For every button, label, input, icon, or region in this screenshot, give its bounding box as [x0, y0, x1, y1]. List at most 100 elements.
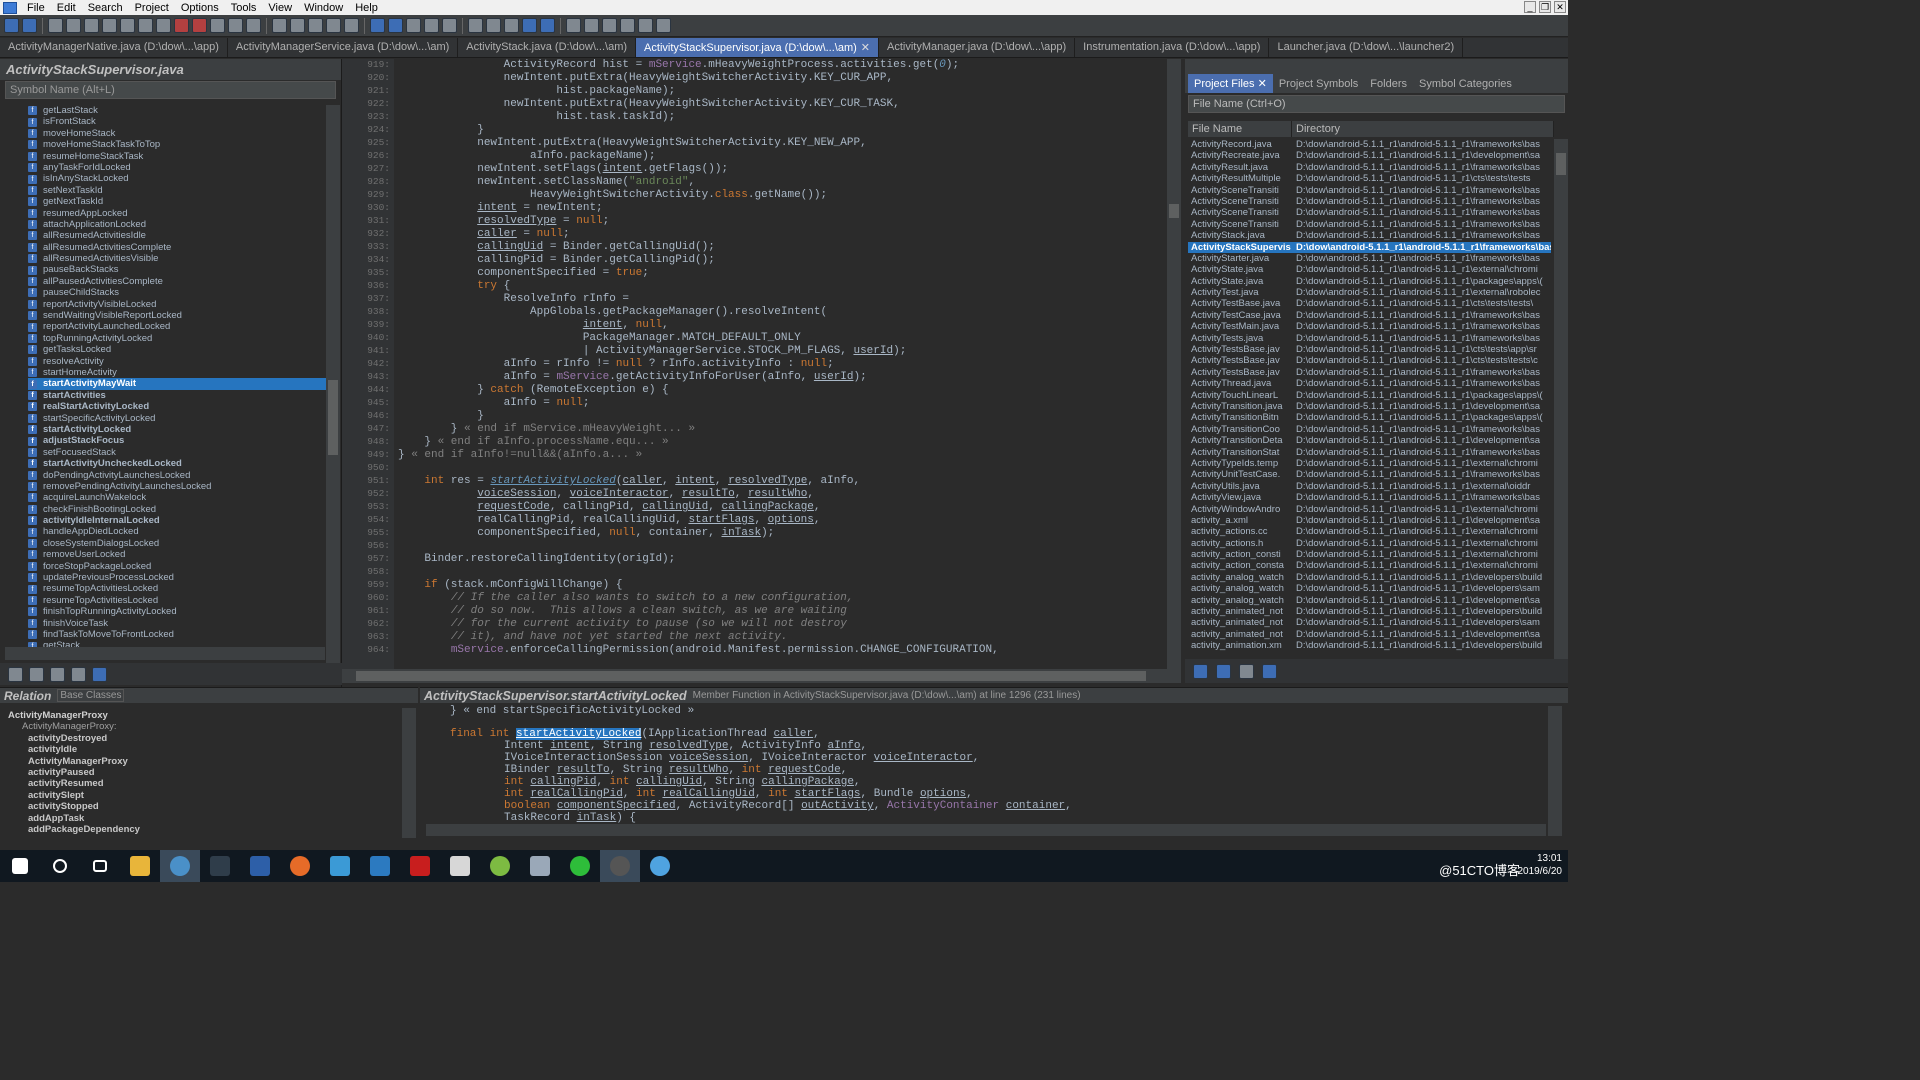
- file-row[interactable]: activity_animated_not D:\dow\android-5.1.…: [1188, 629, 1551, 640]
- tab-project-files[interactable]: Project Files ✕: [1188, 74, 1273, 93]
- gear-icon[interactable]: [92, 666, 107, 682]
- tab-symbol-categories[interactable]: Symbol Categories: [1413, 75, 1518, 93]
- file-tab[interactable]: Instrumentation.java (D:\dow\...\app): [1075, 38, 1270, 57]
- file-row[interactable]: activity_animated_not D:\dow\android-5.1.…: [1188, 606, 1551, 617]
- font-c-icon[interactable]: [602, 18, 617, 33]
- relation-member[interactable]: ActivityManagerProxy: [8, 756, 240, 767]
- relation-member[interactable]: activityResumed: [8, 778, 240, 789]
- symbol-item[interactable]: f finishVoiceTask: [28, 618, 326, 629]
- symbol-item[interactable]: f pauseBackStacks: [28, 264, 326, 275]
- font-a-icon[interactable]: [566, 18, 581, 33]
- file-tab[interactable]: ActivityManagerNative.java (D:\dow\...\a…: [0, 38, 228, 57]
- file-row[interactable]: activity_actions.cc D:\dow\android-5.1.1_…: [1188, 526, 1551, 537]
- menu-options[interactable]: Options: [175, 2, 225, 14]
- symbol-item[interactable]: f allResumedActivitiesIdle: [28, 230, 326, 241]
- file-tab[interactable]: ActivityStack.java (D:\dow\...\am): [458, 38, 637, 57]
- symbol-item[interactable]: f attachApplicationLocked: [28, 219, 326, 230]
- search-project-icon[interactable]: [540, 18, 555, 33]
- file-row[interactable]: activity_a.xml D:\dow\android-5.1.1_r1\an…: [1188, 515, 1551, 526]
- scroll-thumb[interactable]: [1556, 153, 1566, 175]
- save-icon[interactable]: [84, 18, 99, 33]
- sync-icon[interactable]: [370, 18, 385, 33]
- menu-window[interactable]: Window: [298, 2, 349, 14]
- symbol-item[interactable]: f resumeTopActivitiesLocked: [28, 583, 326, 594]
- file-row[interactable]: ActivityTransition.java D:\dow\android-5.…: [1188, 401, 1551, 412]
- build-icon[interactable]: [468, 18, 483, 33]
- graph3-icon[interactable]: [442, 18, 457, 33]
- file-row[interactable]: ActivityTransitionCoo D:\dow\android-5.1.…: [1188, 424, 1551, 435]
- menu-view[interactable]: View: [262, 2, 298, 14]
- help-icon[interactable]: [326, 18, 341, 33]
- task-view-icon[interactable]: [80, 850, 120, 882]
- symbol-scrollbar[interactable]: [326, 105, 340, 665]
- file-row[interactable]: activity_action_consta D:\dow\android-5.1…: [1188, 560, 1551, 571]
- column-header-directory[interactable]: Directory: [1292, 121, 1554, 137]
- symbol-item[interactable]: f setFocusedStack: [28, 447, 326, 458]
- minimize-icon[interactable]: _: [1524, 1, 1536, 13]
- debug-icon[interactable]: [504, 18, 519, 33]
- tab-folders[interactable]: Folders: [1364, 75, 1413, 93]
- file-row[interactable]: activity_actions.h D:\dow\android-5.1.1_r…: [1188, 538, 1551, 549]
- panel-icon[interactable]: [290, 18, 305, 33]
- symbol-hscrollbar[interactable]: [5, 647, 325, 660]
- font-b-icon[interactable]: [584, 18, 599, 33]
- split-icon[interactable]: [308, 18, 323, 33]
- symbol-item[interactable]: f isFrontStack: [28, 116, 326, 127]
- file-row[interactable]: ActivityUnitTestCase. D:\dow\android-5.1.…: [1188, 469, 1551, 480]
- symbol-item[interactable]: f removePendingActivityLaunchesLocked: [28, 481, 326, 492]
- scroll-thumb[interactable]: [356, 671, 1146, 681]
- code-editor[interactable]: 919: 920: 921: 922: 923: 924: 925: 926: 927: 928:…: [342, 59, 1167, 669]
- file-row[interactable]: ActivityResultMultiple D:\dow\android-5.1…: [1188, 173, 1551, 184]
- close-icon[interactable]: ✕: [1258, 78, 1267, 90]
- symbol-item[interactable]: f forceStopPackageLocked: [28, 561, 326, 572]
- browser-icon[interactable]: [640, 850, 680, 882]
- tree-view-icon[interactable]: [50, 666, 65, 682]
- restore-icon[interactable]: ❐: [1539, 1, 1551, 13]
- symbol-item[interactable]: f findTaskToMoveToFrontLocked: [28, 629, 326, 640]
- android-icon[interactable]: [480, 850, 520, 882]
- symbol-item[interactable]: f allResumedActivitiesComplete: [28, 242, 326, 253]
- symbol-item[interactable]: f moveHomeStack: [28, 128, 326, 139]
- relation-member[interactable]: activityPaused: [8, 767, 240, 778]
- file-row[interactable]: ActivityTestsBase.jav D:\dow\android-5.1.…: [1188, 367, 1551, 378]
- context-scrollbar[interactable]: [1548, 706, 1562, 836]
- symbol-item[interactable]: f acquireLaunchWakelock: [28, 492, 326, 503]
- symbol-item[interactable]: f anyTaskForIdLocked: [28, 162, 326, 173]
- file-row[interactable]: ActivityTestBase.java D:\dow\android-5.1.…: [1188, 298, 1551, 309]
- menu-edit[interactable]: Edit: [51, 2, 82, 14]
- file-row[interactable]: activity_action_consti D:\dow\android-5.1…: [1188, 549, 1551, 560]
- symbol-item[interactable]: f doPendingActivityLaunchesLocked: [28, 470, 326, 481]
- base-classes-dropdown[interactable]: Base Classes: [57, 689, 125, 702]
- symbol-item[interactable]: f topRunningActivityLocked: [28, 333, 326, 344]
- file-row[interactable]: ActivityRecreate.java D:\dow\android-5.1.…: [1188, 150, 1551, 161]
- file-row[interactable]: ActivitySceneTransiti D:\dow\android-5.1.…: [1188, 207, 1551, 218]
- start-icon[interactable]: [0, 850, 40, 882]
- symbol-item[interactable]: f startActivityUncheckedLocked: [28, 458, 326, 469]
- new-file-icon[interactable]: [48, 18, 63, 33]
- symbol-item[interactable]: f reportActivityLaunchedLocked: [28, 321, 326, 332]
- relation-member[interactable]: activityDestroyed: [8, 733, 240, 744]
- forward-icon[interactable]: [22, 18, 37, 33]
- sourceinsight-icon[interactable]: [160, 850, 200, 882]
- symbol-item[interactable]: f getLastStack: [28, 105, 326, 116]
- column-header-file[interactable]: File Name: [1188, 121, 1292, 137]
- symbol-item[interactable]: f startActivityLocked: [28, 424, 326, 435]
- symbol-item[interactable]: f resumeHomeStackTask: [28, 151, 326, 162]
- scroll-thumb[interactable]: [1169, 204, 1179, 218]
- file-row[interactable]: ActivityTestsBase.jav D:\dow\android-5.1.…: [1188, 355, 1551, 366]
- font-e-icon[interactable]: [638, 18, 653, 33]
- file-tab[interactable]: ActivityManager.java (D:\dow\...\app): [879, 38, 1076, 57]
- close-tab-icon[interactable]: ✕: [861, 42, 870, 54]
- app-icon[interactable]: [360, 850, 400, 882]
- app-icon[interactable]: [440, 850, 480, 882]
- file-row[interactable]: ActivityStarter.java D:\dow\android-5.1.1…: [1188, 253, 1551, 264]
- file-row[interactable]: ActivityTransitionDeta D:\dow\android-5.1…: [1188, 435, 1551, 446]
- symbol-item[interactable]: f allPausedActivitiesComplete: [28, 276, 326, 287]
- symbol-item[interactable]: f moveHomeStackTaskToTop: [28, 139, 326, 150]
- file-row[interactable]: ActivityResult.java D:\dow\android-5.1.1_…: [1188, 162, 1551, 173]
- symbol-item[interactable]: f checkFinishBootingLocked: [28, 504, 326, 515]
- file-row[interactable]: ActivitySceneTransiti D:\dow\android-5.1.…: [1188, 185, 1551, 196]
- file-row[interactable]: activity_analog_watch D:\dow\android-5.1.…: [1188, 583, 1551, 594]
- graph2-icon[interactable]: [424, 18, 439, 33]
- jump-icon[interactable]: [246, 18, 261, 33]
